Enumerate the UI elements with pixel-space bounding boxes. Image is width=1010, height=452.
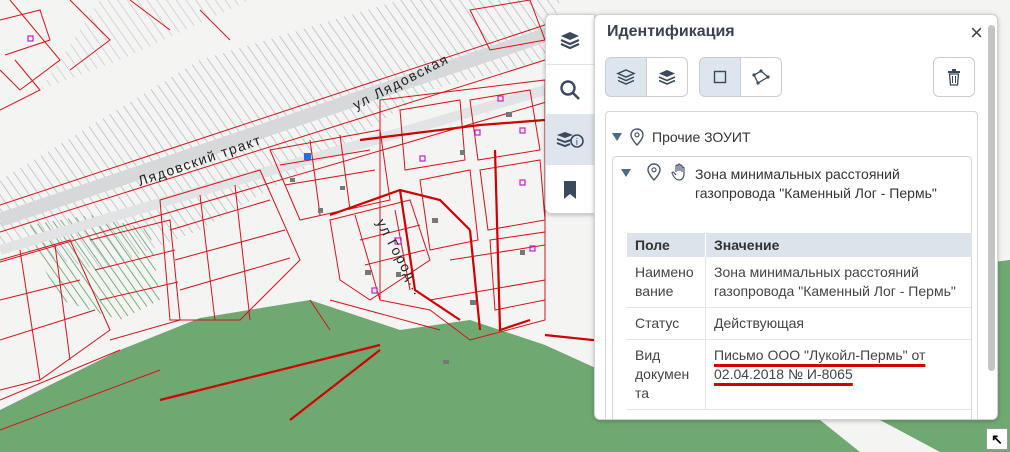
field-column-header: Поле [627, 233, 706, 257]
panel-title: Идентификация [607, 23, 735, 40]
value-column-header: Значение [705, 233, 973, 257]
select-polygon-button[interactable] [740, 57, 782, 97]
layers-stack-icon [616, 69, 636, 85]
bookmark-icon [564, 180, 576, 199]
layers-tool-button[interactable] [546, 15, 594, 65]
layers-filled-button[interactable] [646, 57, 688, 97]
search-icon [560, 79, 580, 100]
svg-text:i: i [576, 138, 579, 148]
close-icon[interactable]: × [970, 22, 983, 44]
panel-scrollbar[interactable] [988, 25, 995, 371]
selected-point[interactable] [304, 153, 311, 160]
result-item: Зона минимальных расстояний газопровода … [612, 156, 973, 419]
polygon-icon [752, 69, 770, 85]
bookmark-tool-button[interactable] [546, 165, 594, 213]
field-document-type: Вид докумен та [627, 339, 706, 410]
clear-button[interactable] [933, 57, 975, 97]
field-name: Наимено вание [627, 257, 706, 308]
collapse-arrow-icon[interactable]: ↖ [986, 428, 1008, 450]
document-value-line-1: Письмо ООО "Лукойл-Пермь" от [714, 347, 926, 363]
item-location-pin-icon[interactable] [647, 163, 661, 181]
trash-icon [948, 69, 960, 86]
result-group: Прочие ЗОУИТ Зона минимальных расстояний… [605, 111, 978, 419]
map-toolbar: i [545, 14, 595, 214]
document-value-line-2: 02.04.2018 № И-8065 [714, 366, 853, 382]
table-row: Наимено вание Зона минимальных расстояний… [627, 257, 973, 308]
identify-icon: i [556, 131, 584, 148]
field-status: Статус [627, 307, 706, 340]
table-row: Статус Действующая [627, 307, 973, 340]
group-header[interactable]: Прочие ЗОУИТ [612, 128, 751, 146]
field-value: Зона минимальных расстояний газопровода … [705, 257, 973, 308]
location-pin-icon [630, 128, 644, 146]
hand-pointer-icon[interactable] [671, 163, 687, 181]
item-title: Зона минимальных расстояний газопровода … [695, 166, 937, 201]
group-label: Прочие ЗОУИТ [652, 129, 751, 145]
search-tool-button[interactable] [546, 65, 594, 115]
attributes-table: Поле Значение Наимено вание Зона минималь… [627, 233, 973, 410]
status-value: Действующая [705, 307, 973, 340]
layers-filled-icon [658, 70, 676, 85]
layers-mode-button[interactable] [605, 57, 647, 97]
table-row: Вид докумен та Письмо ООО "Лукойл-Пермь" о… [627, 339, 973, 410]
select-rectangle-button[interactable] [699, 57, 741, 97]
layers-icon [560, 31, 580, 49]
identify-tool-button[interactable]: i [546, 115, 594, 165]
expand-caret-icon[interactable] [612, 133, 622, 141]
identification-panel: Идентификация × Прочие ЗОУИТ Зона минима… [594, 14, 998, 420]
rectangle-icon [713, 70, 727, 84]
item-expand-caret-icon[interactable] [621, 169, 631, 177]
document-value: Письмо ООО "Лукойл-Пермь" от 02.04.2018 … [705, 339, 973, 410]
